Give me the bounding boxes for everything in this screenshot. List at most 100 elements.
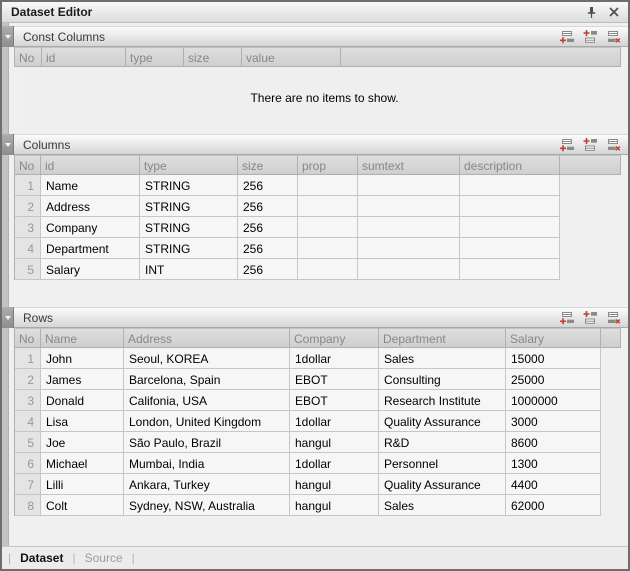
table-row[interactable]: 6MichaelMumbai, India1dollarPersonnel130… — [15, 453, 601, 474]
column-header-department[interactable]: Department — [379, 328, 506, 348]
delete-row-button[interactable] — [604, 29, 621, 44]
data-cell[interactable]: 25000 — [506, 369, 601, 390]
data-cell[interactable]: Sydney, NSW, Australia — [124, 495, 290, 516]
data-cell[interactable]: 256 — [238, 217, 298, 238]
column-header-sumtext[interactable]: sumtext — [358, 155, 460, 175]
data-cell[interactable]: Salary — [41, 259, 140, 280]
row-number-cell[interactable]: 8 — [15, 495, 41, 516]
data-cell[interactable]: 8600 — [506, 432, 601, 453]
data-cell[interactable] — [298, 175, 358, 196]
data-cell[interactable]: hangul — [290, 495, 379, 516]
column-header-no[interactable]: No — [15, 47, 42, 67]
data-cell[interactable]: STRING — [140, 238, 238, 259]
column-header-no[interactable]: No — [15, 328, 41, 348]
column-header-type[interactable]: type — [126, 47, 184, 67]
data-cell[interactable]: Quality Assurance — [379, 474, 506, 495]
data-cell[interactable] — [358, 175, 460, 196]
column-header-size[interactable]: size — [184, 47, 242, 67]
data-cell[interactable]: INT — [140, 259, 238, 280]
data-cell[interactable]: Joe — [41, 432, 124, 453]
table-row[interactable]: 3DonaldCalifonia, USAEBOTResearch Instit… — [15, 390, 601, 411]
table-row[interactable]: 2JamesBarcelona, SpainEBOTConsulting2500… — [15, 369, 601, 390]
pin-button[interactable] — [584, 5, 598, 19]
column-header-name[interactable]: Name — [41, 328, 124, 348]
data-cell[interactable] — [460, 238, 560, 259]
table-row[interactable]: 8ColtSydney, NSW, AustraliahangulSales62… — [15, 495, 601, 516]
data-cell[interactable]: STRING — [140, 196, 238, 217]
column-header-size[interactable]: size — [238, 155, 298, 175]
data-cell[interactable]: STRING — [140, 175, 238, 196]
data-cell[interactable]: Sales — [379, 495, 506, 516]
data-cell[interactable]: Colt — [41, 495, 124, 516]
column-header-description[interactable]: description — [460, 155, 560, 175]
data-cell[interactable]: hangul — [290, 432, 379, 453]
data-cell[interactable]: Mumbai, India — [124, 453, 290, 474]
data-cell[interactable]: 1300 — [506, 453, 601, 474]
table-row[interactable]: 7LilliAnkara, TurkeyhangulQuality Assura… — [15, 474, 601, 495]
row-number-cell[interactable]: 4 — [15, 411, 41, 432]
data-cell[interactable] — [298, 196, 358, 217]
data-cell[interactable]: John — [41, 348, 124, 369]
table-row[interactable]: 5SalaryINT256 — [15, 259, 560, 280]
column-header-address[interactable]: Address — [124, 328, 290, 348]
row-number-cell[interactable]: 2 — [15, 369, 41, 390]
data-cell[interactable]: São Paulo, Brazil — [124, 432, 290, 453]
row-number-cell[interactable]: 6 — [15, 453, 41, 474]
table-row[interactable]: 1JohnSeoul, KOREA1dollarSales15000 — [15, 348, 601, 369]
row-number-cell[interactable]: 1 — [15, 348, 41, 369]
data-cell[interactable]: Sales — [379, 348, 506, 369]
data-cell[interactable] — [460, 259, 560, 280]
table-row[interactable]: 1NameSTRING256 — [15, 175, 560, 196]
add-row-button[interactable] — [558, 29, 575, 44]
table-row[interactable]: 3CompanySTRING256 — [15, 217, 560, 238]
row-number-cell[interactable]: 3 — [15, 390, 41, 411]
row-number-cell[interactable]: 3 — [15, 217, 41, 238]
data-cell[interactable] — [358, 217, 460, 238]
data-cell[interactable]: Company — [41, 217, 140, 238]
data-cell[interactable]: Donald — [41, 390, 124, 411]
data-cell[interactable]: London, United Kingdom — [124, 411, 290, 432]
data-cell[interactable]: 4400 — [506, 474, 601, 495]
data-cell[interactable] — [358, 196, 460, 217]
data-cell[interactable]: James — [41, 369, 124, 390]
insert-row-button[interactable] — [581, 29, 598, 44]
data-cell[interactable]: Personnel — [379, 453, 506, 474]
data-cell[interactable] — [460, 175, 560, 196]
data-cell[interactable] — [298, 217, 358, 238]
row-number-cell[interactable]: 7 — [15, 474, 41, 495]
data-cell[interactable]: Seoul, KOREA — [124, 348, 290, 369]
delete-row-button[interactable] — [604, 137, 621, 152]
data-cell[interactable]: 1dollar — [290, 453, 379, 474]
table-row[interactable]: 5JoeSão Paulo, BrazilhangulR&D8600 — [15, 432, 601, 453]
insert-row-button[interactable] — [581, 137, 598, 152]
data-cell[interactable]: Michael — [41, 453, 124, 474]
table-row[interactable]: 4LisaLondon, United Kingdom1dollarQualit… — [15, 411, 601, 432]
data-cell[interactable]: Consulting — [379, 369, 506, 390]
data-cell[interactable]: 1dollar — [290, 411, 379, 432]
insert-row-button[interactable] — [581, 310, 598, 325]
collapse-button[interactable] — [2, 26, 14, 47]
data-cell[interactable]: Ankara, Turkey — [124, 474, 290, 495]
data-cell[interactable] — [298, 259, 358, 280]
data-cell[interactable]: 1dollar — [290, 348, 379, 369]
collapse-button[interactable] — [2, 134, 14, 155]
column-header-id[interactable]: id — [42, 47, 126, 67]
column-header-type[interactable]: type — [140, 155, 238, 175]
tab-dataset[interactable]: Dataset — [11, 551, 72, 565]
column-header-value[interactable]: value — [242, 47, 341, 67]
data-cell[interactable]: 256 — [238, 238, 298, 259]
data-cell[interactable] — [358, 259, 460, 280]
data-cell[interactable]: 256 — [238, 196, 298, 217]
data-cell[interactable]: R&D — [379, 432, 506, 453]
row-number-cell[interactable]: 2 — [15, 196, 41, 217]
data-cell[interactable]: STRING — [140, 217, 238, 238]
table-row[interactable]: 4DepartmentSTRING256 — [15, 238, 560, 259]
data-cell[interactable]: Barcelona, Spain — [124, 369, 290, 390]
data-cell[interactable]: 15000 — [506, 348, 601, 369]
data-cell[interactable]: Quality Assurance — [379, 411, 506, 432]
data-cell[interactable]: hangul — [290, 474, 379, 495]
data-cell[interactable] — [358, 238, 460, 259]
data-cell[interactable]: Name — [41, 175, 140, 196]
data-cell[interactable] — [460, 196, 560, 217]
add-row-button[interactable] — [558, 137, 575, 152]
